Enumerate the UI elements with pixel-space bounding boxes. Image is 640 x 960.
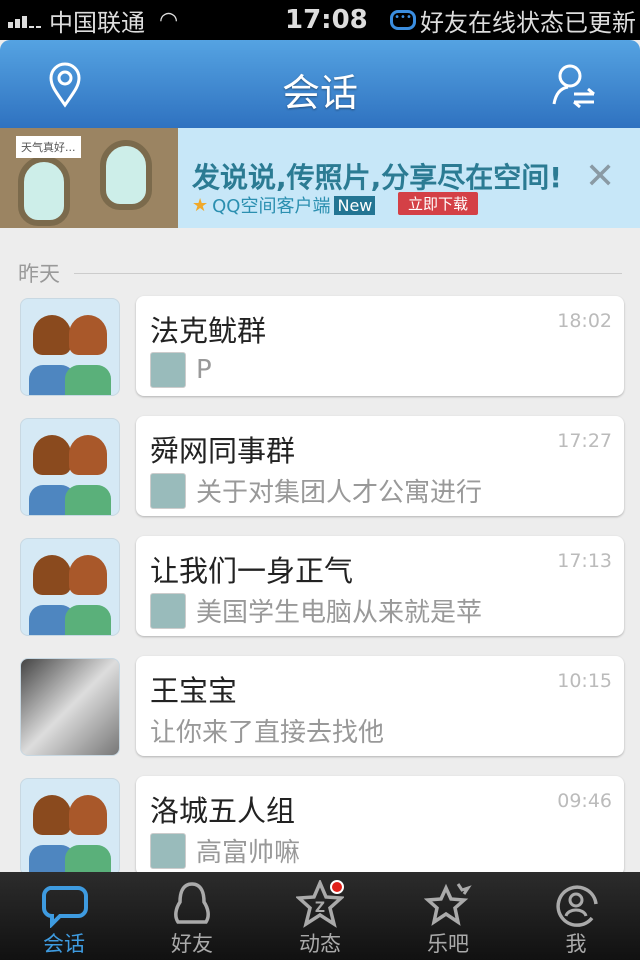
signal-icon <box>8 12 41 28</box>
sender-avatar <box>150 832 186 869</box>
sender-avatar <box>150 352 186 388</box>
svg-text:Z: Z <box>315 900 325 916</box>
conversation-name: 法克鱿群 <box>150 314 267 348</box>
conversation-name: 洛城五人组 <box>150 794 296 828</box>
conversation-time: 09:46 <box>557 790 612 812</box>
sender-avatar <box>150 472 186 509</box>
nav-header: 会话 <box>0 40 640 128</box>
message-text: 美国学生电脑从来就是苹 <box>196 598 483 628</box>
tab-label: 会话 <box>43 932 85 956</box>
message-text: 关于对集团人才公寓进行 <box>196 478 483 508</box>
conversation-row[interactable]: 让我们一身正气 17:13 美国学生电脑从来就是苹 <box>0 536 640 636</box>
close-banner-icon[interactable]: ✕ <box>585 156 615 197</box>
tab-feeds[interactable]: Z 动态 <box>256 872 384 960</box>
conversation-time: 10:15 <box>557 670 612 692</box>
tab-label: 我 <box>565 932 587 956</box>
conversation-time: 18:02 <box>557 310 612 332</box>
conversation-row[interactable]: 法克鱿群 18:02 P <box>0 296 640 396</box>
conversation-name: 王宝宝 <box>150 674 238 708</box>
group-avatar[interactable] <box>20 778 120 876</box>
download-button[interactable]: 立即下载 <box>398 192 479 215</box>
page-title: 会话 <box>281 71 358 115</box>
status-bar: 中国联通 ◠ 17:08 ••• 好友在线状态已更新 <box>0 0 640 40</box>
bird-illustration <box>18 156 70 226</box>
conversation-card[interactable]: 让我们一身正气 17:13 美国学生电脑从来就是苹 <box>136 536 624 636</box>
group-avatar[interactable] <box>20 538 120 636</box>
conversation-name: 舜网同事群 <box>150 434 296 468</box>
conversation-card[interactable]: 舜网同事群 17:27 关于对集团人才公寓进行 <box>136 416 624 516</box>
message-text: 高富帅嘛 <box>196 838 301 868</box>
bird-illustration <box>100 140 152 210</box>
last-message: 高富帅嘛 <box>150 832 300 869</box>
divider <box>74 272 622 274</box>
section-label: 昨天 <box>18 262 60 286</box>
conversation-card[interactable]: 法克鱿群 18:02 P <box>136 296 624 396</box>
conversation-row[interactable]: 舜网同事群 17:27 关于对集团人才公寓进行 <box>0 416 640 516</box>
banner-subline: ★ QQ空间客户端 New <box>192 192 376 218</box>
banner-headline: 发说说,传照片,分享尽在空间! <box>192 161 563 194</box>
conversation-row[interactable]: 洛城五人组 09:46 高富帅嘛 <box>0 776 640 876</box>
last-message: 关于对集团人才公寓进行 <box>150 472 482 509</box>
message-text: 让你来了直接去找他 <box>150 718 385 748</box>
promo-banner[interactable]: 天气真好... 发说说,传照片,分享尽在空间! ★ QQ空间客户端 New 立即下载… <box>0 128 640 228</box>
profile-icon <box>556 885 598 927</box>
sender-avatar <box>150 592 186 629</box>
switch-account-icon[interactable] <box>550 62 596 108</box>
sparkle-star-icon <box>424 883 472 926</box>
new-badge: New <box>334 195 376 215</box>
notification-dot <box>330 880 344 894</box>
conversation-card[interactable]: 王宝宝 10:15 让你来了直接去找他 <box>136 656 624 756</box>
tab-label: 好友 <box>171 932 213 956</box>
star-icon: ★ <box>192 194 209 216</box>
tab-me[interactable]: 我 <box>512 872 640 960</box>
banner-illustration: 天气真好... <box>0 128 178 228</box>
status-notice: ••• 好友在线状态已更新 <box>390 3 636 38</box>
chat-bubble-icon: ••• <box>390 10 416 30</box>
group-avatar[interactable] <box>20 298 120 396</box>
tab-label: 动态 <box>299 932 341 956</box>
conversation-name: 让我们一身正气 <box>150 554 354 588</box>
avatar[interactable] <box>20 658 120 756</box>
conversation-time: 17:27 <box>557 430 612 452</box>
notice-text: 好友在线状态已更新 <box>420 8 636 37</box>
message-text: P <box>196 355 212 385</box>
app-name: QQ空间客户端 <box>212 196 331 217</box>
tab-label: 乐吧 <box>427 932 469 956</box>
conversation-time: 17:13 <box>557 550 612 572</box>
conversation-row[interactable]: 王宝宝 10:15 让你来了直接去找他 <box>0 656 640 756</box>
tab-friends[interactable]: 好友 <box>128 872 256 960</box>
last-message: P <box>150 352 212 388</box>
tab-conversations[interactable]: 会话 <box>0 872 128 960</box>
conversation-card[interactable]: 洛城五人组 09:46 高富帅嘛 <box>136 776 624 876</box>
tab-bar: 会话 好友 Z 动态 乐吧 我 <box>0 872 640 960</box>
tab-leba[interactable]: 乐吧 <box>384 872 512 960</box>
section-header: 昨天 <box>18 258 622 288</box>
wifi-icon: ◠ <box>159 7 179 33</box>
chat-icon <box>42 886 88 928</box>
clock: 17:08 <box>285 5 368 35</box>
penguin-icon <box>174 882 210 924</box>
carrier: 中国联通 <box>49 8 145 37</box>
last-message: 让你来了直接去找他 <box>150 712 384 749</box>
last-message: 美国学生电脑从来就是苹 <box>150 592 482 629</box>
group-avatar[interactable] <box>20 418 120 516</box>
speech-bubble: 天气真好... <box>16 136 81 158</box>
